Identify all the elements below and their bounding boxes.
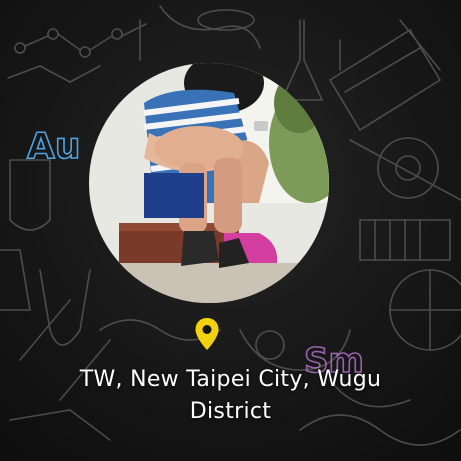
au-symbol: Au [27,126,81,167]
location-pin-icon [195,318,219,350]
location-line-2: District [189,399,272,424]
location-text: TW, New Taipei City, Wugu District [20,364,441,428]
profile-card: Au Sm TW, New Taipei City, Wugu District [0,0,461,461]
location-line-1: TW, New Taipei City, Wugu [79,367,382,392]
profile-avatar[interactable] [89,63,329,303]
